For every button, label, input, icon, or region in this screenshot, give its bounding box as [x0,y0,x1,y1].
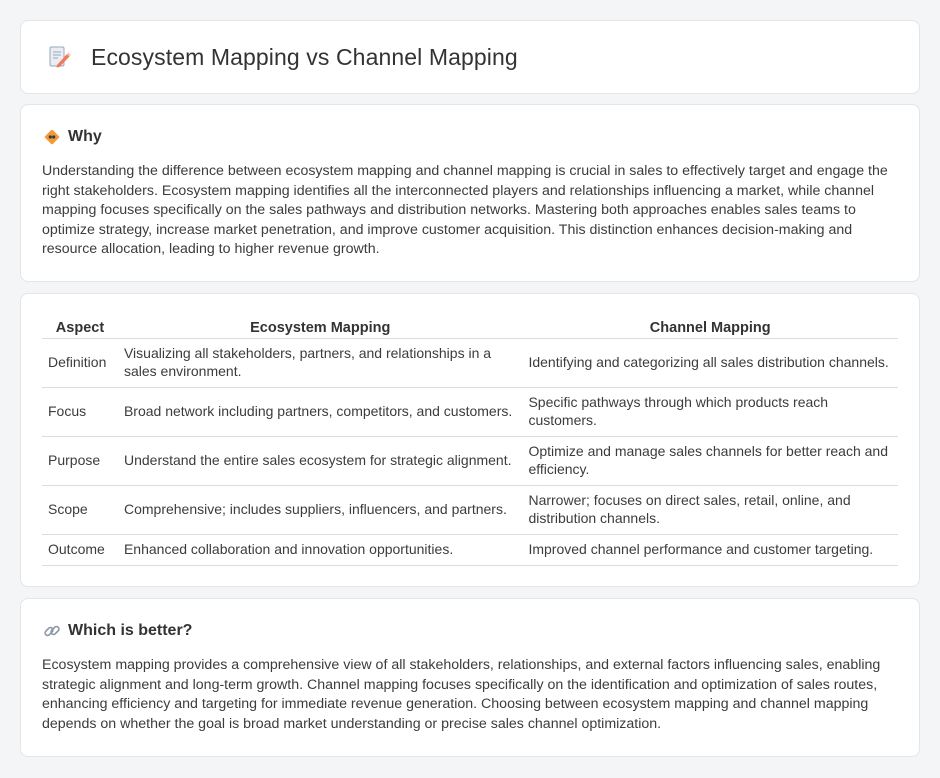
diamond-sign-icon [44,129,60,145]
row-ecosystem: Understand the entire sales ecosystem fo… [117,436,523,486]
row-ecosystem: Broad network including partners, compet… [117,387,523,437]
document-pencil-icon [49,46,71,68]
row-channel: Narrower; focuses on direct sales, retai… [522,485,898,535]
better-text: Ecosystem mapping provides a comprehensi… [42,657,881,732]
row-aspect: Scope [42,485,118,535]
row-aspect: Definition [42,338,118,388]
row-channel: Specific pathways through which products… [522,387,898,437]
link-icon [44,625,60,637]
why-heading: Why [68,128,102,145]
table-row: Definition Visualizing all stakeholders,… [42,338,898,388]
comparison-card: Aspect Ecosystem Mapping Channel Mapping… [20,293,920,587]
better-heading: Which is better? [68,622,193,639]
row-channel: Improved channel performance and custome… [522,534,898,566]
why-card: Why Understanding the difference between… [20,104,920,282]
table-row: Outcome Enhanced collaboration and innov… [42,534,898,566]
table-header-row: Aspect Ecosystem Mapping Channel Mapping [42,316,898,339]
header-channel: Channel Mapping [522,316,898,339]
table-row: Focus Broad network including partners, … [42,387,898,437]
comparison-table: Aspect Ecosystem Mapping Channel Mapping… [42,316,898,566]
title-card: Ecosystem Mapping vs Channel Mapping [20,20,920,94]
row-aspect: Focus [42,387,118,437]
row-channel: Optimize and manage sales channels for b… [522,436,898,486]
better-card: Which is better? Ecosystem mapping provi… [20,598,920,757]
why-text: Understanding the difference between eco… [42,163,888,258]
row-channel: Identifying and categorizing all sales d… [522,338,898,388]
row-ecosystem: Comprehensive; includes suppliers, influ… [117,485,523,535]
row-ecosystem: Enhanced collaboration and innovation op… [117,534,523,566]
row-ecosystem: Visualizing all stakeholders, partners, … [117,338,523,388]
row-aspect: Purpose [42,436,118,486]
header-aspect: Aspect [42,316,118,339]
table-row: Scope Comprehensive; includes suppliers,… [42,485,898,535]
table-row: Purpose Understand the entire sales ecos… [42,436,898,486]
page-title: Ecosystem Mapping vs Channel Mapping [91,43,518,70]
row-aspect: Outcome [42,534,118,566]
header-ecosystem: Ecosystem Mapping [117,316,523,339]
